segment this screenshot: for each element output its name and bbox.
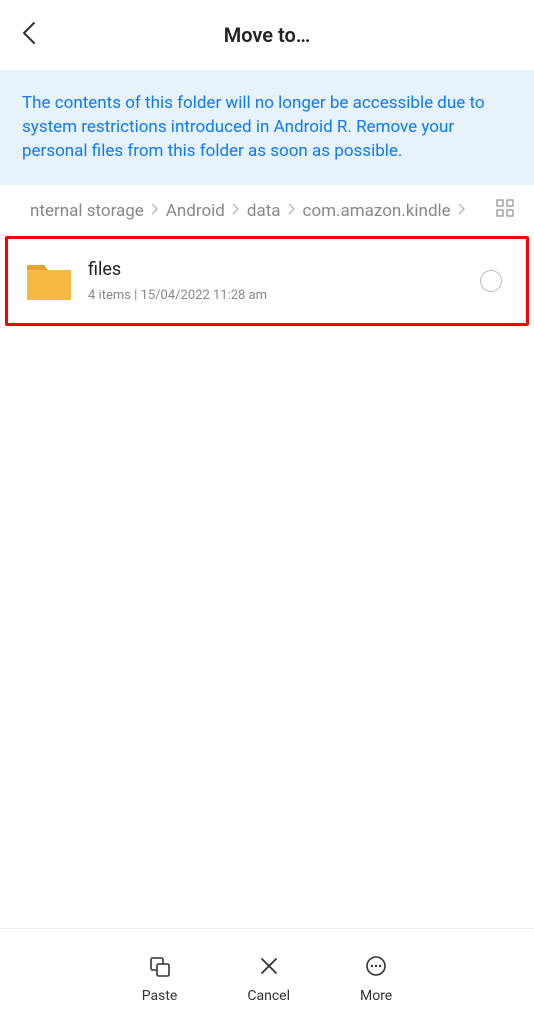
warning-banner: The contents of this folder will no long… — [0, 70, 534, 185]
list-item[interactable]: files 4 items | 15/04/2022 11:28 am — [5, 236, 529, 326]
page-title: Move to… — [224, 23, 311, 47]
grid-view-icon[interactable] — [496, 199, 514, 222]
paste-button[interactable]: Paste — [142, 954, 178, 1004]
cancel-label: Cancel — [247, 988, 290, 1004]
close-icon — [257, 954, 281, 982]
bottom-bar: Paste Cancel More — [0, 928, 534, 1028]
chevron-right-icon — [457, 201, 467, 221]
chevron-right-icon — [150, 201, 160, 221]
chevron-right-icon — [231, 201, 241, 221]
file-name: files — [88, 259, 480, 280]
breadcrumb-item[interactable]: data — [247, 201, 281, 221]
more-icon — [364, 954, 388, 982]
more-button[interactable]: More — [360, 954, 392, 1004]
breadcrumb-item[interactable]: Android — [166, 201, 225, 221]
paste-label: Paste — [142, 988, 178, 1004]
breadcrumb: nternal storage Android data com.amazon.… — [0, 185, 534, 236]
file-list: files 4 items | 15/04/2022 11:28 am — [0, 236, 534, 928]
back-icon[interactable] — [20, 20, 38, 50]
paste-icon — [148, 954, 172, 982]
header: Move to… — [0, 0, 534, 70]
breadcrumb-item[interactable]: com.amazon.kindle — [303, 201, 451, 221]
more-label: More — [360, 988, 392, 1004]
file-meta: 4 items | 15/04/2022 11:28 am — [88, 288, 480, 303]
breadcrumb-item[interactable]: nternal storage — [30, 201, 144, 221]
folder-icon — [24, 256, 74, 306]
chevron-right-icon — [287, 201, 297, 221]
cancel-button[interactable]: Cancel — [247, 954, 290, 1004]
select-radio[interactable] — [480, 270, 502, 292]
file-info: files 4 items | 15/04/2022 11:28 am — [88, 259, 480, 303]
